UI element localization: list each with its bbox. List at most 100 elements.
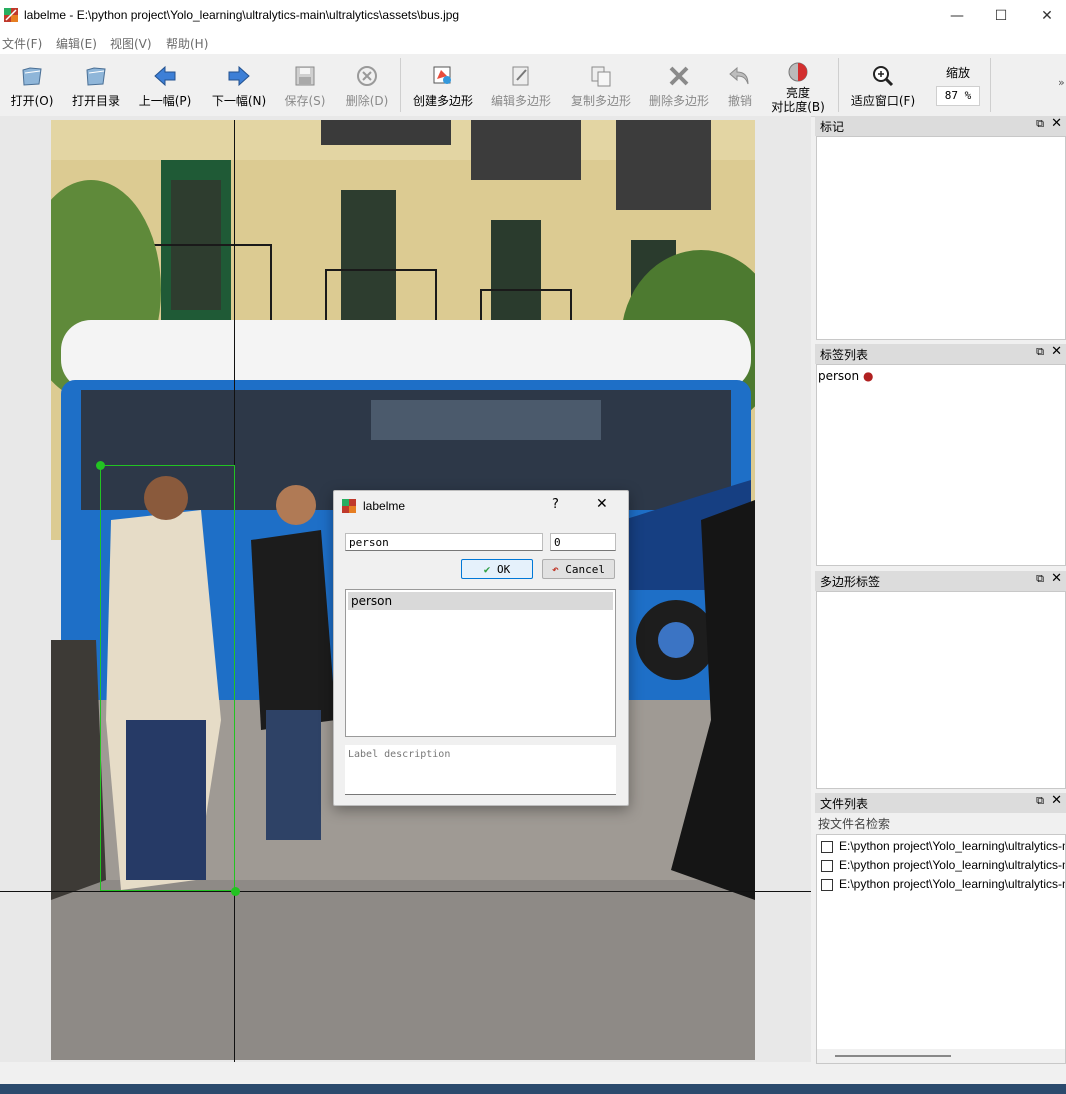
group-id-input[interactable]: 0 <box>550 533 616 551</box>
labels-dock-label: 标签列表 <box>820 348 869 362</box>
dock-float-icon[interactable]: ⧉ <box>1036 794 1044 808</box>
flags-dock-title: 标记 ⧉ ✕ <box>815 116 1066 136</box>
toolbar-overflow-icon[interactable]: » <box>1058 76 1065 89</box>
polygons-dock-title: 多边形标签 ⧉ ✕ <box>815 571 1066 591</box>
dialog-app-icon <box>342 499 356 513</box>
label-input[interactable]: person <box>345 533 543 551</box>
arrow-right-icon <box>227 64 251 88</box>
open-dir-button[interactable]: 打开目录 <box>64 58 128 114</box>
copy-polygon-icon <box>589 64 613 88</box>
open-button[interactable]: 打开(O) <box>4 58 60 114</box>
flags-dock-label: 标记 <box>820 120 845 134</box>
polygons-dock-label: 多边形标签 <box>820 575 881 589</box>
dock-close-icon[interactable]: ✕ <box>1051 344 1062 359</box>
bbox-vertex-handle[interactable] <box>96 461 105 470</box>
label-choice-item[interactable]: person <box>348 592 613 610</box>
file-checkbox[interactable] <box>821 878 833 891</box>
menu-file[interactable]: 文件(F) <box>2 35 42 52</box>
labelme-app-icon <box>4 8 18 22</box>
label-list-panel: person ● <box>816 364 1066 566</box>
file-list-scrollbar[interactable] <box>817 1049 1065 1063</box>
dock-float-icon[interactable]: ⧉ <box>1036 572 1044 586</box>
dock-float-icon[interactable]: ⧉ <box>1036 345 1044 359</box>
delete-polygon-button[interactable]: 删除多边形 <box>644 58 714 114</box>
label-list-item-text: person <box>818 369 860 383</box>
dock-close-icon[interactable]: ✕ <box>1051 793 1062 808</box>
crosshair-horizontal <box>0 891 811 892</box>
open-folder-icon <box>20 64 44 88</box>
next-image-button[interactable]: 下一幅(N) <box>208 58 270 114</box>
file-path-text: E:\python project\Yolo_learning\ultralyt… <box>839 839 1066 853</box>
file-path-text: E:\python project\Yolo_learning\ultralyt… <box>839 858 1066 872</box>
fit-window-button[interactable]: 适应窗口(F) <box>846 58 920 114</box>
ok-button[interactable]: ✔ OK <box>461 559 533 579</box>
bbox-vertex-handle[interactable] <box>231 887 240 896</box>
label-list-item[interactable]: person ● <box>818 369 873 383</box>
label-description-input[interactable]: Label description <box>345 745 616 795</box>
toolbar: 打开(O) 打开目录 上一幅(P) 下一幅(N) 保存(S) 删除(D) 创建多… <box>0 54 1066 117</box>
files-dock-label: 文件列表 <box>820 797 869 811</box>
save-icon <box>293 64 317 88</box>
delete-circle-icon <box>355 64 379 88</box>
undo-button[interactable]: 撤销 <box>720 58 760 114</box>
dialog-title: labelme <box>363 499 406 513</box>
brightness-label: 亮度 <box>785 86 810 100</box>
create-polygon-icon <box>431 64 455 88</box>
file-list-item[interactable]: E:\python project\Yolo_learning\ultralyt… <box>821 839 1066 853</box>
zoom-fit-icon <box>871 64 895 88</box>
close-window-button[interactable]: ✕ <box>1024 0 1066 32</box>
menu-bar: 文件(F) 编辑(E) 视图(V) 帮助(H) <box>0 32 1066 54</box>
contrast-label: 对比度(B) <box>771 100 825 114</box>
toolbar-separator <box>990 58 991 112</box>
zoom-spinbox[interactable]: 87 % <box>936 86 980 106</box>
person-bounding-box[interactable] <box>100 465 235 891</box>
create-polygon-button[interactable]: 创建多边形 <box>408 58 478 114</box>
file-list-panel: E:\python project\Yolo_learning\ultralyt… <box>816 834 1066 1064</box>
menu-view[interactable]: 视图(V) <box>110 35 152 52</box>
file-list-item[interactable]: E:\python project\Yolo_learning\ultralyt… <box>821 858 1066 872</box>
maximize-button[interactable]: ☐ <box>978 0 1024 32</box>
dock-close-icon[interactable]: ✕ <box>1051 571 1062 586</box>
open-dir-icon <box>84 64 108 88</box>
file-checkbox[interactable] <box>821 859 833 872</box>
labels-dock-title: 标签列表 ⧉ ✕ <box>815 344 1066 364</box>
copy-polygon-button[interactable]: 复制多边形 <box>566 58 636 114</box>
file-search-input[interactable]: 按文件名检索 <box>816 814 1066 834</box>
minimize-button[interactable]: — <box>934 0 980 32</box>
file-checkbox[interactable] <box>821 840 833 853</box>
label-choice-list[interactable]: person <box>345 589 616 737</box>
polygon-labels-panel <box>816 591 1066 789</box>
window-title: labelme - E:\python project\Yolo_learnin… <box>24 8 460 22</box>
scrollbar-thumb[interactable] <box>835 1055 951 1057</box>
brightness-contrast-icon <box>786 60 810 84</box>
save-button[interactable]: 保存(S) <box>280 58 330 114</box>
label-dialog: labelme ? ✕ person 0 ✔ OK ↶ Cancel perso… <box>333 490 629 806</box>
brightness-contrast-button[interactable]: 亮度 对比度(B) <box>766 58 830 114</box>
edit-polygon-button[interactable]: 编辑多边形 <box>486 58 556 114</box>
check-icon: ✔ <box>483 563 491 576</box>
delete-file-button[interactable]: 删除(D) <box>340 58 394 114</box>
file-path-text: E:\python project\Yolo_learning\ultralyt… <box>839 877 1066 891</box>
flags-panel <box>816 136 1066 340</box>
label-color-dot-icon: ● <box>862 369 874 383</box>
edit-polygon-icon <box>509 64 533 88</box>
dock-float-icon[interactable]: ⧉ <box>1036 117 1044 131</box>
menu-help[interactable]: 帮助(H) <box>166 35 208 52</box>
menu-edit[interactable]: 编辑(E) <box>56 35 97 52</box>
undo-arrow-icon <box>728 64 752 88</box>
prev-image-button[interactable]: 上一幅(P) <box>134 58 196 114</box>
toolbar-separator <box>838 58 839 112</box>
cancel-arrow-icon: ↶ <box>552 563 559 576</box>
toolbar-separator <box>400 58 401 112</box>
dock-close-icon[interactable]: ✕ <box>1051 116 1062 131</box>
zoom-label: 缩放 <box>945 66 970 80</box>
delete-polygon-icon <box>667 64 691 88</box>
files-dock-title: 文件列表 ⧉ ✕ <box>815 793 1066 813</box>
status-bar <box>0 1064 1066 1084</box>
taskbar-strip <box>0 1084 1066 1094</box>
dialog-help-button[interactable]: ? <box>552 497 559 512</box>
dialog-close-button[interactable]: ✕ <box>596 496 608 512</box>
file-list-item[interactable]: E:\python project\Yolo_learning\ultralyt… <box>821 877 1066 891</box>
cancel-button[interactable]: ↶ Cancel <box>542 559 615 579</box>
title-bar: labelme - E:\python project\Yolo_learnin… <box>0 0 1066 32</box>
